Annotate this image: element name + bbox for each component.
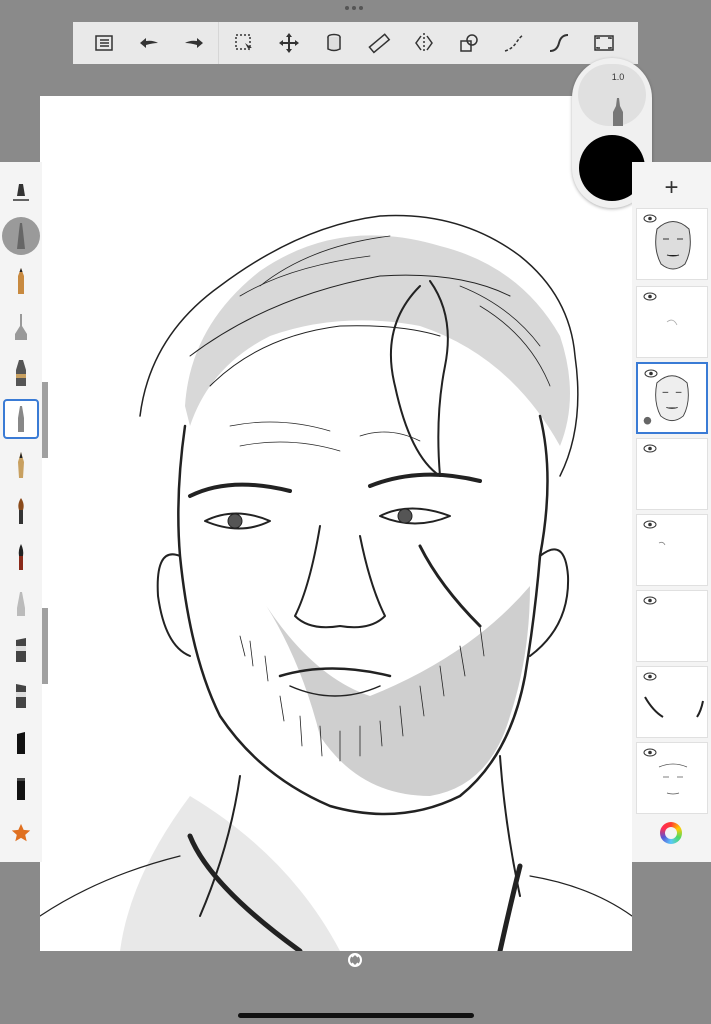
layer-thumbnail[interactable]	[636, 286, 708, 358]
layer-preview	[643, 375, 689, 425]
layer-thumbnail[interactable]	[636, 590, 708, 662]
layer-preview	[666, 319, 678, 326]
felt-tip-icon[interactable]	[3, 721, 39, 761]
layer-thumbnail-selected[interactable]	[636, 362, 708, 434]
ballpoint-pen-icon[interactable]	[3, 399, 39, 439]
square-marker-icon[interactable]	[3, 675, 39, 715]
calligraphy-pen-icon[interactable]	[3, 445, 39, 485]
brush-size-slider-icon[interactable]	[3, 171, 39, 211]
layer-thumbnail[interactable]	[636, 438, 708, 510]
brush-size-puck[interactable]: 1.0	[578, 64, 646, 126]
layer-thumbnail[interactable]	[636, 742, 708, 814]
layer-preview	[644, 696, 704, 718]
brush-nib-icon	[613, 98, 623, 126]
menu-icon[interactable]	[81, 22, 126, 64]
eye-icon[interactable]	[643, 596, 657, 605]
layer-preview	[658, 763, 688, 795]
fill-icon[interactable]	[311, 22, 356, 64]
selection-icon[interactable]	[221, 22, 266, 64]
layer-thumbnail[interactable]	[636, 208, 708, 280]
portrait-sketch	[40, 214, 632, 951]
marker-icon[interactable]	[3, 353, 39, 393]
redo-icon[interactable]	[171, 22, 216, 64]
rotate-canvas-icon[interactable]	[347, 952, 363, 968]
layer-preview	[658, 541, 666, 546]
layer-thumbnail[interactable]	[636, 514, 708, 586]
ink-brush-icon[interactable]	[3, 537, 39, 577]
hard-eraser-icon[interactable]	[3, 583, 39, 623]
transform-icon[interactable]	[266, 22, 311, 64]
toolbar-divider	[218, 22, 219, 64]
favorite-star-icon[interactable]	[3, 813, 39, 853]
curve-icon[interactable]	[536, 22, 581, 64]
undo-icon[interactable]	[126, 22, 171, 64]
layers-panel: +	[632, 162, 711, 862]
paintbrush-icon[interactable]	[3, 491, 39, 531]
stroke-icon[interactable]	[491, 22, 536, 64]
layer-thumbnail[interactable]	[636, 666, 708, 738]
shapes-icon[interactable]	[446, 22, 491, 64]
add-layer-button[interactable]: +	[632, 168, 711, 208]
airbrush-icon[interactable]	[3, 307, 39, 347]
panel-drag-handle[interactable]	[42, 382, 48, 458]
panel-drag-handle[interactable]	[42, 608, 48, 684]
multitasking-dots[interactable]	[345, 6, 363, 10]
brush-palette	[0, 162, 42, 862]
active-brush-icon[interactable]	[2, 217, 40, 255]
color-wheel-icon[interactable]	[660, 822, 682, 844]
home-indicator[interactable]	[238, 1013, 474, 1018]
ruler-icon[interactable]	[356, 22, 401, 64]
dark-marker-icon[interactable]	[3, 767, 39, 807]
top-toolbar	[73, 22, 638, 64]
eye-icon[interactable]	[643, 444, 657, 453]
symmetry-icon[interactable]	[401, 22, 446, 64]
pencil-icon[interactable]	[3, 261, 39, 301]
drawing-canvas[interactable]	[40, 96, 632, 951]
chisel-marker-icon[interactable]	[3, 629, 39, 669]
brush-size-value: 1.0	[611, 72, 625, 82]
layer-preview	[655, 221, 691, 270]
